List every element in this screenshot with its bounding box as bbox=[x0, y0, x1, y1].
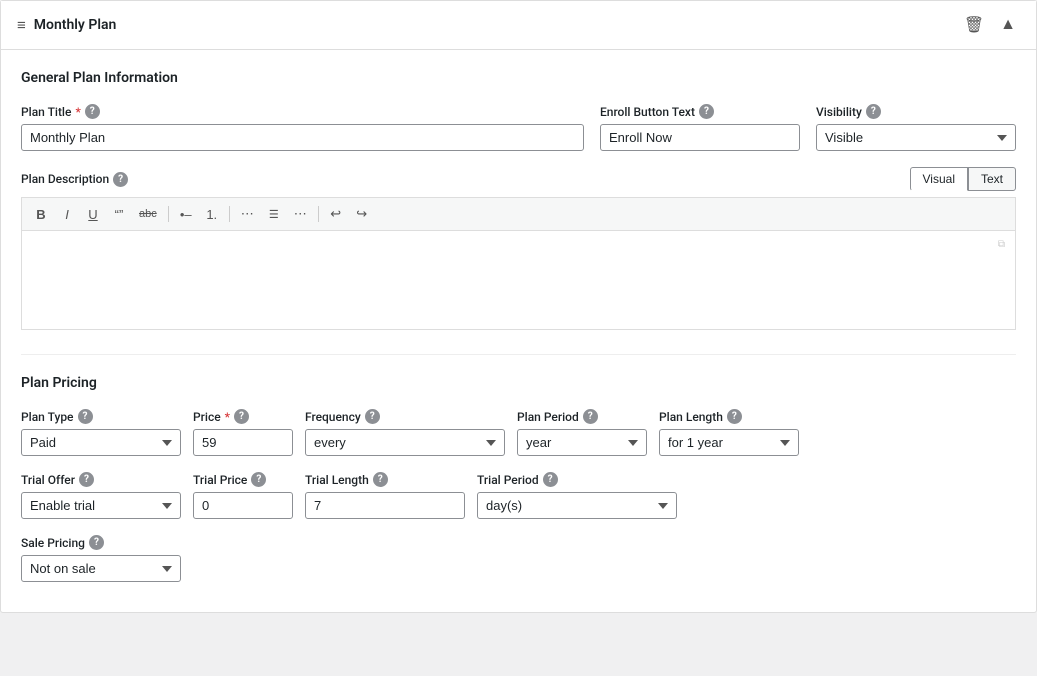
underline-button[interactable]: U bbox=[82, 205, 104, 224]
plan-period-help-icon[interactable]: ? bbox=[583, 409, 598, 424]
editor-toolbar: B I U “” abc •– 1. ⋯ ☰ ⋯ ↩ ↪ bbox=[21, 197, 1016, 230]
plan-type-group: Plan Type ? Paid Free Free Trial bbox=[21, 409, 181, 456]
general-fields-row: Plan Title * ? Enroll Button Text ? Visi… bbox=[21, 104, 1016, 151]
description-help-icon[interactable]: ? bbox=[113, 172, 128, 187]
trial-period-help-icon[interactable]: ? bbox=[543, 472, 558, 487]
delete-icon: 🗑 bbox=[964, 15, 984, 35]
text-tab-button[interactable]: Text bbox=[968, 167, 1016, 191]
strikethrough-button[interactable]: abc bbox=[134, 206, 162, 222]
bold-button[interactable]: B bbox=[30, 205, 52, 224]
align-center-button[interactable]: ☰ bbox=[263, 206, 285, 223]
collapse-icon: ▲ bbox=[1000, 16, 1016, 34]
section-divider bbox=[21, 354, 1016, 355]
blockquote-button[interactable]: “” bbox=[108, 205, 130, 224]
enroll-btn-group: Enroll Button Text ? bbox=[600, 104, 800, 151]
plan-period-group: Plan Period ? year month week day bbox=[517, 409, 647, 456]
description-header: Plan Description ? Visual Text bbox=[21, 167, 1016, 191]
panel-header-right: 🗑 ▲ bbox=[960, 11, 1020, 39]
panel-header: ≡ Monthly Plan 🗑 ▲ bbox=[1, 1, 1036, 50]
frequency-help-icon[interactable]: ? bbox=[365, 409, 380, 424]
visual-text-toggle: Visual Text bbox=[910, 167, 1016, 191]
trial-offer-help-icon[interactable]: ? bbox=[79, 472, 94, 487]
price-label: Price * ? bbox=[193, 409, 293, 424]
sale-pricing-select[interactable]: Not on sale On sale bbox=[21, 555, 181, 582]
plan-period-select[interactable]: year month week day bbox=[517, 429, 647, 456]
pricing-section-title: Plan Pricing bbox=[21, 375, 1016, 391]
frequency-group: Frequency ? every every other bbox=[305, 409, 505, 456]
toolbar-sep-3 bbox=[318, 206, 319, 222]
sale-pricing-group: Sale Pricing ? Not on sale On sale bbox=[21, 535, 181, 582]
plan-type-label: Plan Type ? bbox=[21, 409, 181, 424]
plan-title-input[interactable] bbox=[21, 124, 584, 151]
delete-plan-button[interactable]: 🗑 bbox=[960, 11, 988, 39]
trial-offer-select[interactable]: Enable trial Disable trial bbox=[21, 492, 181, 519]
unordered-list-button[interactable]: •– bbox=[175, 205, 197, 224]
general-section-title: General Plan Information bbox=[21, 70, 1016, 86]
plan-length-select[interactable]: for 1 year for 2 years for 3 years Ongoi… bbox=[659, 429, 799, 456]
sale-row: Sale Pricing ? Not on sale On sale bbox=[21, 535, 1016, 582]
editor-area[interactable]: ⧉ bbox=[21, 230, 1016, 330]
plan-type-help-icon[interactable]: ? bbox=[78, 409, 93, 424]
redo-button[interactable]: ↪ bbox=[351, 204, 373, 224]
plan-length-group: Plan Length ? for 1 year for 2 years for… bbox=[659, 409, 799, 456]
trial-length-label: Trial Length ? bbox=[305, 472, 465, 487]
description-label: Plan Description ? bbox=[21, 172, 128, 187]
price-required-star: * bbox=[225, 410, 230, 424]
visibility-select[interactable]: Visible Hidden bbox=[816, 124, 1016, 151]
panel-title: Monthly Plan bbox=[34, 17, 117, 33]
trial-price-group: Trial Price ? bbox=[193, 472, 293, 519]
visibility-group: Visibility ? Visible Hidden bbox=[816, 104, 1016, 151]
italic-button[interactable]: I bbox=[56, 205, 78, 224]
toolbar-sep-2 bbox=[229, 206, 230, 222]
plan-title-label: Plan Title * ? bbox=[21, 104, 584, 119]
ordered-list-button[interactable]: 1. bbox=[201, 205, 223, 224]
align-right-button[interactable]: ⋯ bbox=[289, 204, 312, 224]
trial-price-help-icon[interactable]: ? bbox=[251, 472, 266, 487]
resize-handle: ⧉ bbox=[30, 239, 1007, 251]
frequency-select[interactable]: every every other bbox=[305, 429, 505, 456]
trial-length-help-icon[interactable]: ? bbox=[373, 472, 388, 487]
visibility-label: Visibility ? bbox=[816, 104, 1016, 119]
align-left-button[interactable]: ⋯ bbox=[236, 204, 259, 224]
description-section: Plan Description ? Visual Text B I U “” … bbox=[21, 167, 1016, 330]
trial-length-group: Trial Length ? bbox=[305, 472, 465, 519]
sale-pricing-help-icon[interactable]: ? bbox=[89, 535, 104, 550]
trial-offer-label: Trial Offer ? bbox=[21, 472, 181, 487]
drag-icon: ≡ bbox=[17, 16, 26, 34]
panel-header-left: ≡ Monthly Plan bbox=[17, 16, 116, 34]
trial-price-label: Trial Price ? bbox=[193, 472, 293, 487]
panel-body: General Plan Information Plan Title * ? … bbox=[1, 50, 1036, 612]
enroll-btn-label: Enroll Button Text ? bbox=[600, 104, 800, 119]
trial-period-label: Trial Period ? bbox=[477, 472, 677, 487]
toolbar-sep-1 bbox=[168, 206, 169, 222]
price-help-icon[interactable]: ? bbox=[234, 409, 249, 424]
plan-title-help-icon[interactable]: ? bbox=[85, 104, 100, 119]
trial-period-select[interactable]: day(s) week(s) month(s) bbox=[477, 492, 677, 519]
price-group: Price * ? bbox=[193, 409, 293, 456]
plan-length-help-icon[interactable]: ? bbox=[727, 409, 742, 424]
pricing-row-1: Plan Type ? Paid Free Free Trial Price *… bbox=[21, 409, 1016, 456]
plan-length-label: Plan Length ? bbox=[659, 409, 799, 424]
trial-period-group: Trial Period ? day(s) week(s) month(s) bbox=[477, 472, 677, 519]
plan-title-group: Plan Title * ? bbox=[21, 104, 584, 151]
enroll-btn-help-icon[interactable]: ? bbox=[699, 104, 714, 119]
plan-type-select[interactable]: Paid Free Free Trial bbox=[21, 429, 181, 456]
trial-length-input[interactable] bbox=[305, 492, 465, 519]
monthly-plan-panel: ≡ Monthly Plan 🗑 ▲ General Plan Informat… bbox=[0, 0, 1037, 613]
visual-tab-button[interactable]: Visual bbox=[910, 167, 968, 191]
price-input[interactable] bbox=[193, 429, 293, 456]
enroll-btn-input[interactable] bbox=[600, 124, 800, 151]
plan-period-label: Plan Period ? bbox=[517, 409, 647, 424]
required-star: * bbox=[75, 105, 80, 119]
visibility-help-icon[interactable]: ? bbox=[866, 104, 881, 119]
undo-button[interactable]: ↩ bbox=[325, 204, 347, 224]
trial-row: Trial Offer ? Enable trial Disable trial… bbox=[21, 472, 1016, 519]
frequency-label: Frequency ? bbox=[305, 409, 505, 424]
trial-offer-group: Trial Offer ? Enable trial Disable trial bbox=[21, 472, 181, 519]
trial-price-input[interactable] bbox=[193, 492, 293, 519]
collapse-panel-button[interactable]: ▲ bbox=[996, 12, 1020, 38]
sale-pricing-label: Sale Pricing ? bbox=[21, 535, 181, 550]
